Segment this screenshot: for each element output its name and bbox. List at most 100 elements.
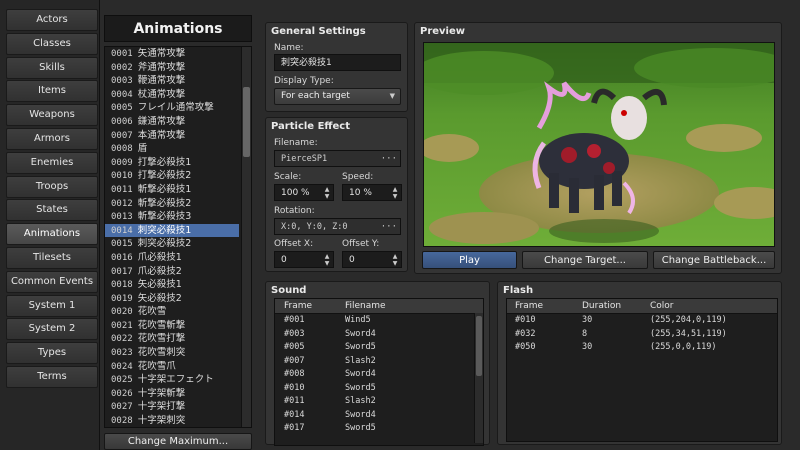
list-item[interactable]: 0025 十字架エフェクト — [105, 373, 239, 387]
list-item[interactable]: 0028 十字架刺突 — [105, 414, 239, 427]
offset-x-value: 0 — [281, 255, 287, 265]
offset-x-label: Offset X: — [274, 239, 314, 249]
display-type-select[interactable]: For each target ▼ — [274, 88, 401, 105]
rotation-label: Rotation: — [274, 206, 315, 216]
chevron-down-icon: ▼ — [389, 92, 395, 100]
offset-x-spinner[interactable]: 0 ▲ ▼ — [274, 251, 334, 268]
preview-canvas[interactable] — [423, 42, 775, 247]
sidebar-item-common-events[interactable]: Common Events — [6, 270, 98, 293]
speed-spinner[interactable]: 10 % ▲ ▼ — [342, 184, 402, 201]
sidebar-item-actors[interactable]: Actors — [6, 9, 98, 31]
ellipsis-icon[interactable]: ··· — [381, 151, 397, 167]
flash-table[interactable]: Frame Duration Color #010 30 (255,204,0,11… — [506, 298, 778, 442]
list-item[interactable]: 0018 矢必殺技1 — [105, 278, 239, 292]
table-row[interactable]: #010 Sword5 — [275, 382, 483, 396]
list-item-number: 0018 — [111, 280, 133, 291]
list-item[interactable]: 0022 花吹雪打撃 — [105, 332, 239, 346]
list-item[interactable]: 0001 矢通常攻撃 — [105, 47, 239, 61]
table-row[interactable]: #010 30 (255,204,0,119) — [507, 314, 777, 328]
sidebar-item-items[interactable]: Items — [6, 80, 98, 103]
offset-y-spinner[interactable]: 0 ▲ ▼ — [342, 251, 402, 268]
list-item[interactable]: 0010 打撃必殺技2 — [105, 169, 239, 183]
cell-color: (255,204,0,119) — [650, 315, 727, 325]
list-item-number: 0016 — [111, 252, 133, 263]
list-item-number: 0020 — [111, 307, 133, 318]
table-row[interactable]: #007 Slash2 — [275, 355, 483, 369]
table-row[interactable]: #008 Sword4 — [275, 368, 483, 382]
table-row[interactable]: #011 Slash2 — [275, 395, 483, 409]
table-header: Frame Filename — [275, 299, 483, 314]
scale-spinner[interactable]: 100 % ▲ ▼ — [274, 184, 334, 201]
table-row[interactable]: #014 Sword4 — [275, 409, 483, 423]
sidebar-item-skills[interactable]: Skills — [6, 56, 98, 79]
animation-list[interactable]: 0001 矢通常攻撃 0002 斧通常攻撃 0003 鞭通常攻撃 0004 杖通常攻撃 0005… — [104, 46, 252, 428]
list-item[interactable]: 0013 斬撃必殺技3 — [105, 210, 239, 224]
cell-frame: #003 — [284, 328, 305, 339]
sidebar-item-terms[interactable]: Terms — [6, 365, 98, 388]
sidebar-item-states[interactable]: States — [6, 199, 98, 222]
list-item[interactable]: 0027 十字架打撃 — [105, 400, 239, 414]
list-item[interactable]: 0005 フレイル通常攻撃 — [105, 101, 239, 115]
sidebar-item-troops[interactable]: Troops — [6, 175, 98, 198]
sound-scrollbar[interactable] — [474, 313, 483, 443]
sidebar-item-system-2[interactable]: System 2 — [6, 318, 98, 341]
sidebar-item-armors[interactable]: Armors — [6, 127, 98, 150]
list-item[interactable]: 0016 爪必殺技1 — [105, 251, 239, 265]
ellipsis-icon[interactable]: ··· — [381, 219, 397, 235]
list-scrollbar[interactable] — [241, 47, 251, 427]
list-item[interactable]: 0023 花吹雪刺突 — [105, 346, 239, 360]
list-item[interactable]: 0017 爪必殺技2 — [105, 265, 239, 279]
sound-table[interactable]: Frame Filename #001 Wind5 #003 Sword4 #005 Sw… — [274, 298, 484, 446]
play-button[interactable]: Play — [422, 251, 517, 269]
scrollbar-thumb[interactable] — [243, 87, 250, 157]
table-row[interactable]: #001 Wind5 — [275, 314, 483, 328]
offset-y-value: 0 — [349, 255, 355, 265]
spinner-arrows-icon[interactable]: ▲ ▼ — [391, 253, 399, 267]
filename-field[interactable]: PierceSP1 ··· — [274, 150, 401, 167]
list-item[interactable]: 0003 鞭通常攻撃 — [105, 74, 239, 88]
spinner-arrows-icon[interactable]: ▲ ▼ — [391, 186, 399, 200]
sidebar-item-classes[interactable]: Classes — [6, 32, 98, 55]
column-header: Filename — [345, 301, 386, 311]
list-item[interactable]: 0015 刺突必殺技2 — [105, 237, 239, 251]
list-item-number: 0010 — [111, 171, 133, 182]
scrollbar-thumb[interactable] — [476, 316, 482, 376]
change-target-button[interactable]: Change Target... — [522, 251, 648, 269]
list-item[interactable]: 0019 矢必殺技2 — [105, 292, 239, 306]
list-item[interactable]: 0008 盾 — [105, 142, 239, 156]
sidebar-item-weapons[interactable]: Weapons — [6, 104, 98, 127]
list-item[interactable]: 0024 花吹雪爪 — [105, 360, 239, 374]
sidebar-item-animations[interactable]: Animations — [6, 223, 98, 246]
sidebar-item-enemies[interactable]: Enemies — [6, 151, 98, 174]
table-row[interactable]: #017 Sword5 — [275, 422, 483, 436]
list-item[interactable]: 0011 斬撃必殺技1 — [105, 183, 239, 197]
change-maximum-button[interactable]: Change Maximum... — [104, 433, 252, 450]
table-header: Frame Duration Color — [507, 299, 777, 314]
list-item[interactable]: 0020 花吹雪 — [105, 305, 239, 319]
list-item[interactable]: 0021 花吹雪斬撃 — [105, 319, 239, 333]
change-battleback-button[interactable]: Change Battleback... — [653, 251, 775, 269]
list-item[interactable]: 0007 本通常攻撃 — [105, 129, 239, 143]
table-row[interactable]: #032 8 (255,34,51,119) — [507, 328, 777, 342]
list-item[interactable]: 0004 杖通常攻撃 — [105, 88, 239, 102]
rotation-field[interactable]: X:0, Y:0, Z:0 ··· — [274, 218, 401, 235]
table-row[interactable]: #003 Sword4 — [275, 328, 483, 342]
cell-file: Slash2 — [345, 355, 376, 366]
list-item[interactable]: 0006 鎌通常攻撃 — [105, 115, 239, 129]
list-item[interactable]: 0014 刺突必殺技1 — [105, 223, 239, 238]
sidebar-item-system-1[interactable]: System 1 — [6, 294, 98, 317]
list-item-name: 矢必殺技2 — [137, 292, 182, 304]
sidebar-item-types[interactable]: Types — [6, 342, 98, 365]
name-field[interactable]: 刺突必殺技1 — [274, 54, 401, 71]
sidebar-item-tilesets[interactable]: Tilesets — [6, 246, 98, 269]
spinner-arrows-icon[interactable]: ▲ ▼ — [323, 186, 331, 200]
list-item[interactable]: 0002 斧通常攻撃 — [105, 61, 239, 75]
list-item[interactable]: 0012 斬撃必殺技2 — [105, 197, 239, 211]
column-header: Duration — [582, 301, 622, 311]
spinner-arrows-icon[interactable]: ▲ ▼ — [323, 253, 331, 267]
list-item[interactable]: 0009 打撃必殺技1 — [105, 156, 239, 170]
table-row[interactable]: #050 30 (255,0,0,119) — [507, 341, 777, 355]
list-item-number: 0027 — [111, 402, 133, 413]
list-item[interactable]: 0026 十字架斬撃 — [105, 387, 239, 401]
table-row[interactable]: #005 Sword5 — [275, 341, 483, 355]
